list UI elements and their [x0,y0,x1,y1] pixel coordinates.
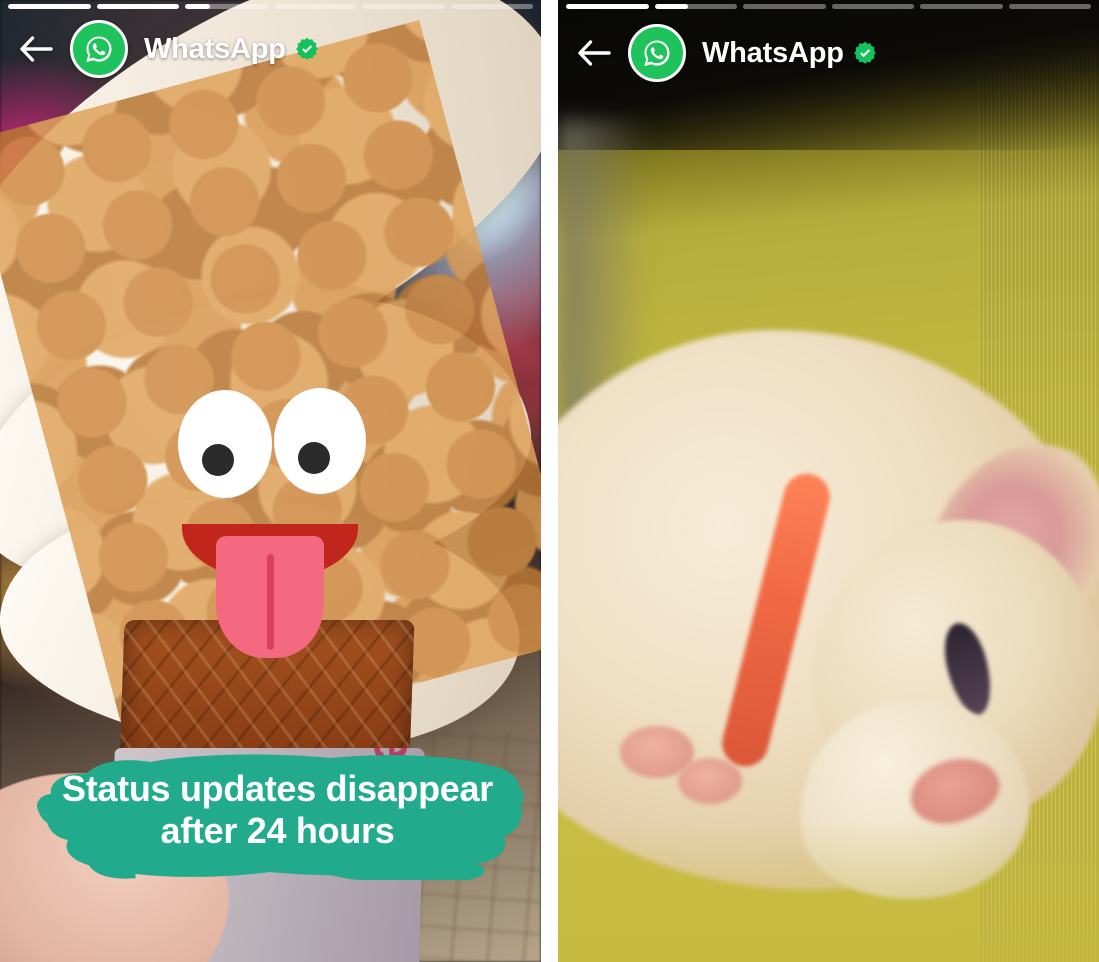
emoji-pupil-left [202,444,234,476]
progress-segment[interactable] [654,4,737,9]
status-progress-bar[interactable] [0,0,541,9]
status-account-name: WhatsApp [144,32,286,65]
progress-segment[interactable] [362,4,445,9]
caption-line: after 24 hours [160,810,395,852]
progress-segment-fill [566,4,649,9]
status-caption[interactable]: Status updates disappear after 24 hours [30,752,525,880]
status-title-group: WhatsApp [144,33,319,66]
back-button[interactable] [16,29,56,69]
progress-segment[interactable] [273,4,356,9]
status-header: WhatsApp [558,24,1099,82]
progress-segment[interactable] [743,4,826,9]
kitten-toe-bean [678,758,742,804]
tongue-out-face-sticker[interactable] [168,386,368,658]
progress-segment[interactable] [96,4,179,9]
whatsapp-avatar[interactable] [70,20,128,78]
progress-segment[interactable] [566,4,649,9]
status-screen-left[interactable]: ❄ ce [0,0,541,962]
whatsapp-avatar[interactable] [628,24,686,82]
status-screen-right[interactable]: WhatsApp Now you can e [558,0,1099,962]
progress-segment[interactable] [1008,4,1091,9]
status-account-name: WhatsApp [702,36,844,69]
status-media-right[interactable] [558,0,1099,962]
progress-segment-fill [654,4,688,9]
emoji-eye-left [178,390,272,498]
emoji-eye-right [274,388,366,494]
emoji-tongue-crease [267,554,274,650]
progress-segment[interactable] [8,4,91,9]
progress-segment[interactable] [920,4,1003,9]
status-progress-bar[interactable] [558,0,1099,9]
progress-segment-fill [185,4,210,9]
status-title-group: WhatsApp [702,37,877,70]
caption-line: Status updates disappear [62,768,493,809]
status-header: WhatsApp [0,20,541,78]
progress-segment[interactable] [831,4,914,9]
verified-badge-icon [853,41,876,64]
progress-segment-fill [96,4,179,9]
back-button[interactable] [574,33,614,73]
progress-segment[interactable] [185,4,268,9]
whatsapp-status-screens: ❄ ce [0,0,1099,962]
arrow-left-icon [578,40,611,66]
emoji-pupil-right [298,442,330,474]
foreground-blur [558,822,1099,962]
progress-segment[interactable] [450,4,533,9]
verified-badge-icon [295,37,318,60]
whatsapp-logo-icon [644,40,670,67]
arrow-left-icon [20,36,53,62]
whatsapp-logo-icon [86,36,112,63]
progress-segment-fill [8,4,91,9]
